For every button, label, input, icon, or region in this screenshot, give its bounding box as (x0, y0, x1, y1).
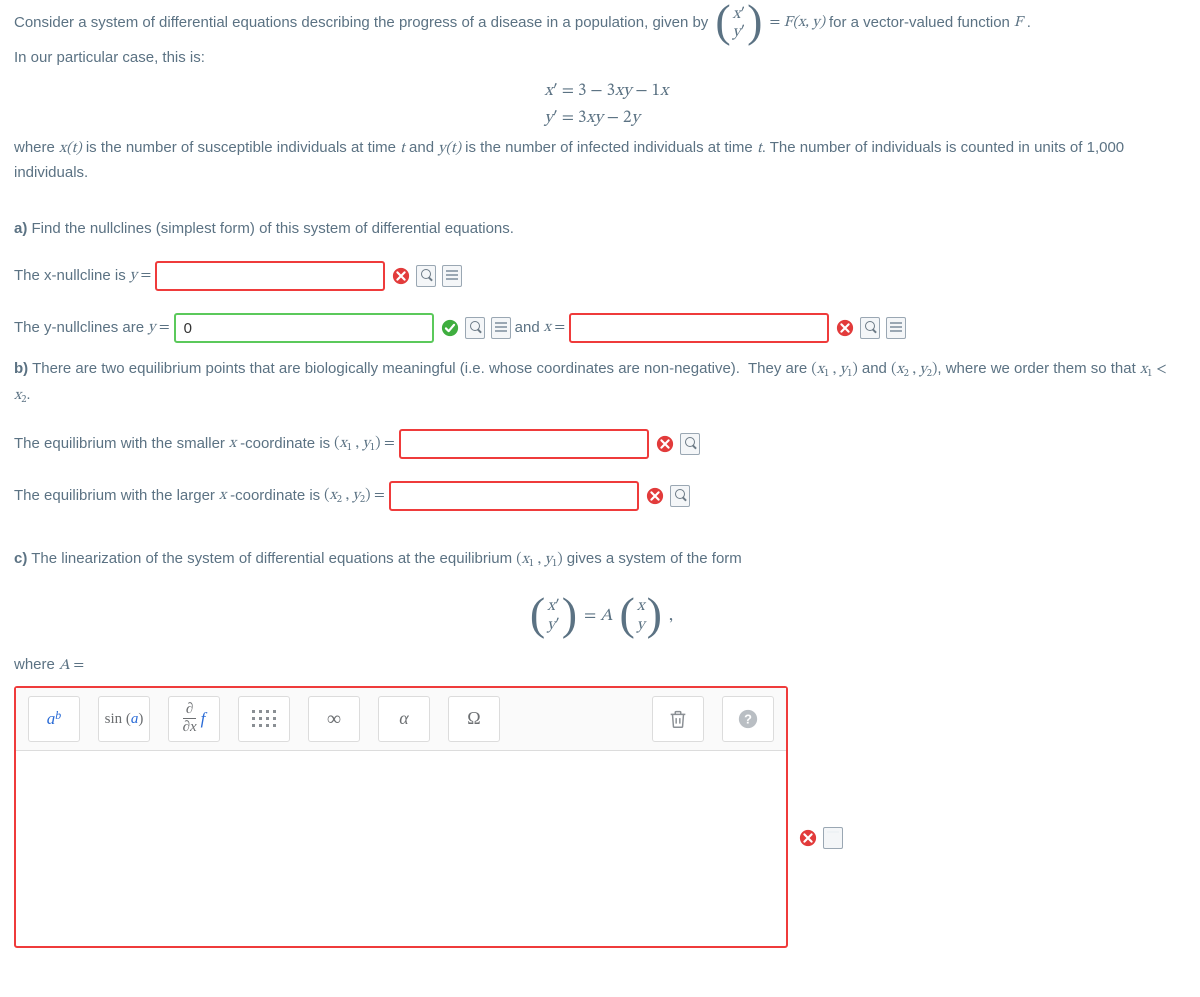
intro-F: F (1014, 11, 1023, 35)
b-eq1-input[interactable] (399, 429, 649, 459)
svg-text:?: ? (744, 711, 752, 726)
tool-clear-button[interactable] (652, 696, 704, 742)
pad-icon[interactable] (886, 317, 906, 339)
c-linearization-eq: ( x′y′ ) = A ( xy ) , (14, 597, 1186, 635)
a-xnullcline-row: The x-nullcline is y = (14, 261, 1186, 291)
tool-derivative-button[interactable]: ∂∂x f (168, 696, 220, 742)
editor-toolbar: ab sin (a) ∂∂x f ∞ α Ω ? (16, 688, 786, 751)
eq2: = 3xy − 2y (562, 105, 640, 132)
b-eq2-input[interactable] (389, 481, 639, 511)
incorrect-icon (643, 484, 664, 508)
editor-canvas[interactable] (16, 751, 786, 946)
a-ynullclines-row: The y-nullclines are y = and x = (14, 313, 1186, 343)
b-eq1-row: The equilibrium with the smaller x-coord… (14, 429, 1186, 459)
a-ynullcline-y-input[interactable] (174, 313, 434, 343)
system-equations: x′ = 3 − 3xy − 1x y′ = 3xy − 2y (14, 78, 1186, 132)
intro-line-2: In our particular case, this is: (14, 46, 1186, 70)
preview-icon[interactable] (416, 265, 436, 287)
preview-icon[interactable] (680, 433, 700, 455)
tool-matrix-button[interactable] (238, 696, 290, 742)
incorrect-icon (833, 316, 854, 340)
incorrect-icon (796, 826, 817, 850)
tool-infinity-button[interactable]: ∞ (308, 696, 360, 742)
preview-icon[interactable] (465, 317, 485, 339)
preview-icon[interactable] (670, 485, 690, 507)
intro-where: where x(t) is the number of susceptible … (14, 136, 1186, 185)
preview-icon[interactable] (860, 317, 880, 339)
intro-text-2: for a vector-valued function (829, 11, 1010, 35)
equals-F: = F(x, y) (769, 11, 825, 35)
part-c-prompt: c) The linearization of the system of di… (14, 547, 1186, 573)
a-xnullcline-input[interactable] (155, 261, 385, 291)
vector-xprime-yprime: ( x′y′ ) (715, 4, 762, 42)
tool-omega-button[interactable]: Ω (448, 696, 500, 742)
tool-alpha-button[interactable]: α (378, 696, 430, 742)
part-a-prompt: a) Find the nullclines (simplest form) o… (14, 217, 1186, 241)
a-ynullcline-x-input[interactable] (569, 313, 829, 343)
c-where-A: where A = (14, 653, 1186, 678)
part-b-prompt: b) There are two equilibrium points that… (14, 357, 1186, 409)
correct-icon (438, 316, 459, 340)
pad-icon[interactable] (442, 265, 462, 287)
b-eq2-row: The equilibrium with the larger x-coordi… (14, 481, 1186, 511)
eq1: = 3 − 3xy − 1x (562, 78, 668, 105)
tool-exponent-button[interactable]: ab (28, 696, 80, 742)
incorrect-icon (653, 432, 674, 456)
tool-help-button[interactable]: ? (722, 696, 774, 742)
intro-line-1: Consider a system of differential equati… (14, 4, 1186, 42)
intro-text-1: Consider a system of differential equati… (14, 11, 708, 35)
scratch-icon[interactable] (823, 827, 843, 849)
tool-trig-button[interactable]: sin (a) (98, 696, 150, 742)
incorrect-icon (389, 264, 410, 288)
pad-icon[interactable] (491, 317, 511, 339)
c-matrix-editor[interactable]: ab sin (a) ∂∂x f ∞ α Ω ? (14, 686, 788, 948)
